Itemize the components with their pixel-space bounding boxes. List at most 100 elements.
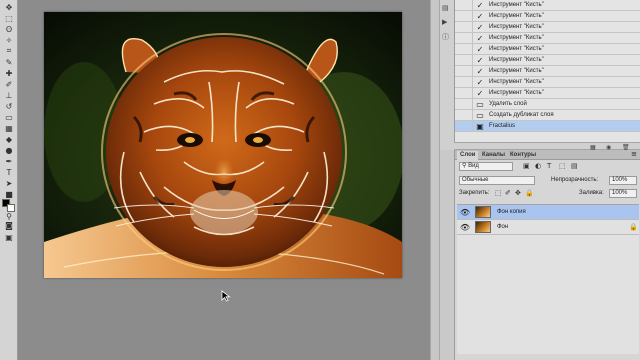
layer-list: 👁 Фон копия 👁 Фон 🔒: [457, 204, 639, 354]
history-panel-footer: ▦ ◉ 🗑: [454, 142, 640, 151]
lock-image-icon[interactable]: ✐: [505, 189, 511, 197]
lock-all-icon[interactable]: 🔒: [525, 189, 534, 197]
layer-duplicate-icon: ▭: [476, 110, 484, 120]
history-item[interactable]: ✓ Инструмент "Кисть": [455, 54, 640, 66]
history-item[interactable]: ✓ Инструмент "Кисть": [455, 87, 640, 99]
lock-transparent-icon[interactable]: ⬚: [495, 189, 502, 197]
brush-icon: ✓: [476, 33, 484, 43]
history-item[interactable]: ✓ Инструмент "Кисть": [455, 32, 640, 44]
layer-filter-row: ⚲ Вид ▣ ◐ T ⬚ ▤: [459, 162, 637, 172]
eraser-tool-icon[interactable]: ▭: [3, 112, 15, 122]
photoshop-window: ✥ ⬚ ʘ ✧ ⌗ ✎ ✚ ✐ ⊥ ↺ ▭ ▦ ◆ ● ✒ T ➤ ■ ✋ ⚲ …: [0, 0, 640, 360]
clone-stamp-tool-icon[interactable]: ⊥: [3, 90, 15, 100]
history-item[interactable]: ▭ Создать дубликат слоя: [455, 109, 640, 121]
panel-splitter[interactable]: [430, 0, 440, 360]
history-checkbox[interactable]: [455, 10, 473, 22]
opacity-input[interactable]: 100%: [609, 176, 637, 185]
filter-pixel-icon[interactable]: ▣: [523, 162, 530, 170]
layers-panel-tabs: Слои Каналы Контуры ≡: [455, 150, 640, 160]
layer-thumbnail: [475, 221, 491, 233]
history-checkbox[interactable]: [455, 87, 473, 99]
actions-panel-icon[interactable]: ▶: [442, 18, 452, 27]
brush-icon: ✓: [476, 88, 484, 98]
screen-mode-icon[interactable]: ▣: [3, 232, 15, 242]
filter-shape-icon[interactable]: ⬚: [559, 162, 566, 170]
path-selection-tool-icon[interactable]: ➤: [3, 178, 15, 188]
right-panels: ▤ ▶ ⓘ ✓ Инструмент "Кисть" ✓ Инструмент …: [440, 0, 640, 360]
history-item[interactable]: ✓ Инструмент "Кисть": [455, 0, 640, 11]
fill-input[interactable]: 100%: [609, 189, 637, 198]
crop-tool-icon[interactable]: ⌗: [3, 46, 15, 56]
brush-tool-icon[interactable]: ✐: [3, 79, 15, 89]
layer-row-background[interactable]: 👁 Фон 🔒: [457, 220, 639, 235]
panel-menu-icon[interactable]: ≡: [631, 150, 637, 158]
history-item[interactable]: ✓ Инструмент "Кисть": [455, 76, 640, 88]
background-color-swatch[interactable]: [7, 204, 15, 212]
brush-icon: ✓: [476, 44, 484, 54]
history-item[interactable]: ✓ Инструмент "Кисть": [455, 43, 640, 55]
tab-channels[interactable]: Каналы: [479, 151, 508, 160]
eye-icon[interactable]: 👁: [457, 208, 473, 217]
opacity-label: Непрозрачность:: [551, 177, 599, 183]
history-checkbox[interactable]: [455, 21, 473, 33]
tab-paths[interactable]: Контуры: [507, 151, 539, 160]
history-checkbox[interactable]: [455, 109, 473, 121]
canvas-area[interactable]: [18, 0, 430, 360]
history-checkbox[interactable]: [455, 43, 473, 55]
tools-panel: ✥ ⬚ ʘ ✧ ⌗ ✎ ✚ ✐ ⊥ ↺ ▭ ▦ ◆ ● ✒ T ➤ ■ ✋ ⚲ …: [0, 0, 18, 360]
magic-wand-tool-icon[interactable]: ✧: [3, 35, 15, 45]
eye-icon[interactable]: 👁: [457, 223, 473, 232]
layer-row-background-copy[interactable]: 👁 Фон копия: [457, 205, 639, 220]
lock-position-icon[interactable]: ✥: [515, 189, 521, 197]
history-item[interactable]: ▭ Удалить слой: [455, 98, 640, 110]
history-checkbox[interactable]: [455, 65, 473, 77]
shape-tool-icon[interactable]: ■: [3, 189, 15, 199]
tab-layers[interactable]: Слои: [457, 151, 479, 160]
lock-icon: 🔒: [629, 223, 638, 231]
gradient-tool-icon[interactable]: ▦: [3, 123, 15, 133]
filter-smart-object-icon[interactable]: ▤: [571, 162, 578, 170]
history-checkbox[interactable]: [455, 32, 473, 44]
marquee-tool-icon[interactable]: ⬚: [3, 13, 15, 23]
blend-mode-select[interactable]: Обычные: [459, 176, 535, 185]
layer-thumbnail: [475, 206, 491, 218]
history-checkbox[interactable]: [455, 98, 473, 110]
eyedropper-tool-icon[interactable]: ✎: [3, 57, 15, 67]
lock-label: Закрепить:: [459, 190, 490, 196]
history-item[interactable]: ✓ Инструмент "Кисть": [455, 10, 640, 22]
history-checkbox[interactable]: [455, 0, 473, 11]
history-item-selected[interactable]: ▣ Fractalius: [455, 120, 640, 132]
layer-delete-icon: ▭: [476, 99, 484, 109]
layers-panel: Слои Каналы Контуры ≡ ⚲ Вид ▣ ◐ T ⬚ ▤ Об…: [454, 150, 640, 360]
filter-adjustment-icon[interactable]: ◐: [535, 162, 541, 170]
quick-mask-icon[interactable]: ◙: [3, 220, 15, 230]
brush-icon: ✓: [476, 0, 484, 10]
move-tool-icon[interactable]: ✥: [3, 2, 15, 12]
history-brush-tool-icon[interactable]: ↺: [3, 101, 15, 111]
history-checkbox[interactable]: [455, 76, 473, 88]
filter-type-icon[interactable]: T: [547, 162, 551, 170]
history-item[interactable]: ✓ Инструмент "Кисть": [455, 21, 640, 33]
brush-icon: ✓: [476, 66, 484, 76]
history-item[interactable]: ✓ Инструмент "Кисть": [455, 65, 640, 77]
brush-icon: ✓: [476, 11, 484, 21]
dodge-tool-icon[interactable]: ●: [3, 145, 15, 155]
mouse-cursor-icon: [221, 290, 231, 302]
type-tool-icon[interactable]: T: [3, 167, 15, 177]
history-checkbox[interactable]: [455, 120, 473, 132]
document-image[interactable]: [44, 12, 402, 278]
layer-filter-select[interactable]: ⚲ Вид: [459, 162, 513, 171]
filter-icon: ▣: [476, 121, 484, 131]
brush-icon: ✓: [476, 55, 484, 65]
fractal-tiger-image: [44, 12, 402, 278]
history-panel-icon[interactable]: ▤: [442, 4, 452, 13]
blur-tool-icon[interactable]: ◆: [3, 134, 15, 144]
info-panel-icon[interactable]: ⓘ: [442, 32, 452, 41]
pen-tool-icon[interactable]: ✒: [3, 156, 15, 166]
history-panel: ✓ Инструмент "Кисть" ✓ Инструмент "Кисть…: [454, 0, 640, 142]
history-checkbox[interactable]: [455, 54, 473, 66]
lasso-tool-icon[interactable]: ʘ: [3, 24, 15, 34]
healing-brush-tool-icon[interactable]: ✚: [3, 68, 15, 78]
fill-label: Заливка:: [579, 190, 604, 196]
panel-icon-strip: ▤ ▶ ⓘ: [440, 0, 454, 150]
